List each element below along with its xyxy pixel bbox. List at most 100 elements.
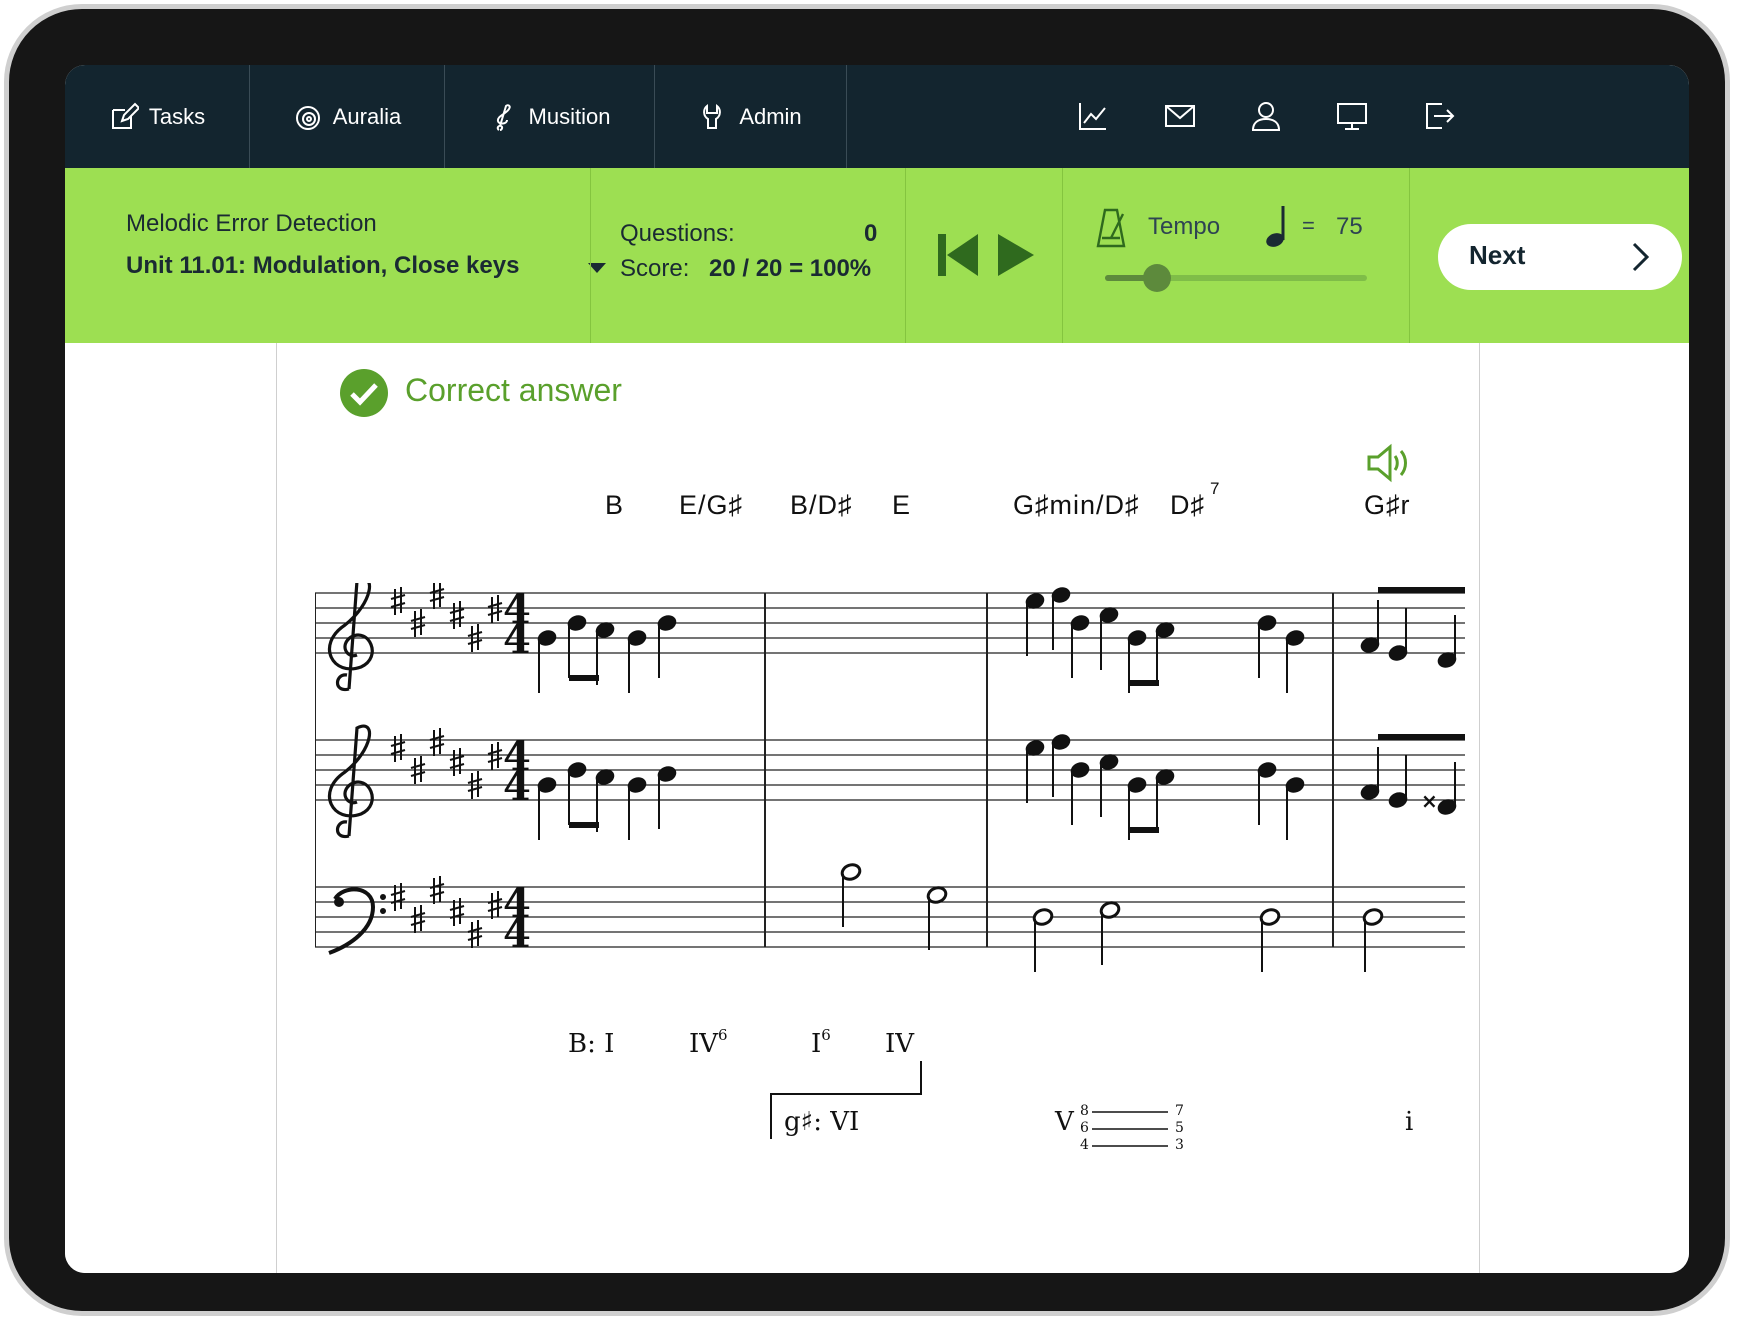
- tab-label: Auralia: [332, 103, 402, 129]
- chord-symbol: G♯min/D♯: [1013, 490, 1140, 520]
- sharp-sign: [429, 583, 445, 609]
- tablet-frame: Tasks Auralia Musition Admin Melodic Err…: [4, 4, 1730, 1316]
- note-beam: [1129, 827, 1159, 833]
- tempo-slider[interactable]: [1105, 264, 1367, 292]
- play-icon[interactable]: [998, 234, 1034, 276]
- roman-numeral: g♯: VI: [784, 1107, 860, 1137]
- note-beam: [1378, 734, 1465, 740]
- treble-clef: [327, 724, 374, 839]
- exercise-toolbar: Melodic Error Detection Unit 11.01: Modu…: [65, 168, 1689, 343]
- panel-border-left: [276, 343, 277, 1273]
- top-navigation: Tasks Auralia Musition Admin: [65, 65, 1689, 168]
- sharp-sign: [429, 876, 445, 904]
- time-signature: 4: [503, 910, 531, 957]
- app-screen: Tasks Auralia Musition Admin Melodic Err…: [65, 65, 1689, 1273]
- sharp-sign: [390, 587, 406, 615]
- skip-back-icon[interactable]: [938, 234, 978, 276]
- music-notation: 4444 ×44: [315, 583, 1465, 972]
- logout-icon[interactable]: [1422, 99, 1456, 133]
- unit-label: Unit 11.01: Modulation, Close keys: [126, 252, 520, 279]
- sharp-sign: [487, 742, 503, 770]
- chart-icon[interactable]: [1076, 99, 1110, 133]
- chord-symbol: B/D♯: [790, 490, 853, 520]
- monitor-icon[interactable]: [1335, 99, 1369, 133]
- note-beam: [1378, 587, 1465, 593]
- score-label: Score:: [620, 255, 690, 282]
- bass-clef-dot: [380, 908, 386, 914]
- unit-selector[interactable]: Unit 11.01: Modulation, Close keys: [126, 252, 606, 286]
- double-sharp-sign: ×: [1421, 789, 1438, 813]
- figured-bass: 6: [1080, 1120, 1089, 1136]
- figured-bass: 6: [718, 1026, 728, 1044]
- tempo-label: Tempo: [1148, 213, 1221, 240]
- exercise-title: Melodic Error Detection: [126, 210, 377, 237]
- roman-numeral: I6: [811, 1026, 831, 1059]
- sharp-sign: [487, 891, 503, 919]
- speaker-icon[interactable]: [1366, 443, 1410, 483]
- tempo-equals: =: [1302, 213, 1315, 238]
- tab-label: Musition: [528, 103, 611, 129]
- divider: [590, 168, 591, 343]
- roman-numeral: B: I: [568, 1029, 615, 1059]
- ear-icon: [295, 105, 320, 130]
- clef-icon: [496, 103, 511, 131]
- sharp-sign: [449, 601, 465, 629]
- chord-symbol: B: [605, 490, 625, 520]
- chord-extension: 7: [1210, 479, 1221, 498]
- roman-numeral-symbol: I: [811, 1029, 822, 1059]
- bass-clef-dot: [334, 897, 344, 907]
- sharp-sign: [429, 728, 445, 756]
- time-signature: 4: [503, 616, 531, 663]
- mail-icon[interactable]: [1163, 99, 1197, 133]
- next-button[interactable]: Next: [1438, 224, 1682, 290]
- exercise-content: Correct answer B E/G♯ B/D♯ E G♯min/D♯ D♯…: [65, 343, 1689, 1273]
- chord-symbol: E/G♯: [679, 490, 744, 520]
- tab-label: Admin: [739, 103, 802, 129]
- metronome-icon: [1096, 208, 1126, 248]
- divider: [1062, 168, 1063, 343]
- edit-icon: [111, 102, 139, 129]
- questions-value: 0: [864, 220, 878, 247]
- note-beam: [569, 675, 599, 681]
- bass-clef-dot: [380, 894, 386, 900]
- tab-musition[interactable]: Musition: [445, 65, 655, 168]
- figured-bass: 6: [821, 1026, 831, 1044]
- roman-numeral-symbol: IV: [689, 1029, 719, 1059]
- sharp-sign: [410, 905, 426, 933]
- figured-bass: 8: [1080, 1103, 1089, 1119]
- next-label: Next: [1469, 240, 1526, 270]
- figured-bass: 5: [1175, 1120, 1184, 1136]
- tab-tasks[interactable]: Tasks: [65, 65, 250, 168]
- chord-symbol: G♯r: [1364, 490, 1411, 520]
- check-circle-icon: [340, 369, 388, 417]
- tab-label: Tasks: [148, 103, 206, 129]
- roman-numeral: IV6: [689, 1026, 728, 1059]
- divider: [1409, 168, 1410, 343]
- time-signature: 4: [503, 763, 531, 810]
- sharp-sign: [390, 734, 406, 762]
- user-icon[interactable]: [1249, 99, 1283, 133]
- chord-symbol: E: [892, 490, 912, 520]
- note-beam: [569, 822, 599, 828]
- tempo-value: 75: [1336, 213, 1363, 240]
- chord-symbol: D♯: [1170, 490, 1205, 520]
- tab-auralia[interactable]: Auralia: [250, 65, 445, 168]
- score-value: 20 / 20 = 100%: [709, 255, 872, 282]
- figured-bass-stack: 8 6 4: [1080, 1103, 1089, 1154]
- sharp-sign: [487, 595, 503, 623]
- figured-bass-extenders: [1092, 1111, 1168, 1147]
- note-beam: [1129, 680, 1159, 686]
- panel-border-right: [1479, 343, 1480, 1273]
- figured-bass: 7: [1175, 1103, 1184, 1119]
- divider: [905, 168, 906, 343]
- figured-bass: 4: [1080, 1137, 1089, 1153]
- figured-bass-stack: 7 5 3: [1175, 1103, 1184, 1154]
- tab-admin[interactable]: Admin: [655, 65, 847, 168]
- treble-clef: [327, 583, 374, 692]
- sharp-sign: [449, 748, 465, 776]
- slider-knob[interactable]: [1143, 264, 1172, 292]
- result-message: Correct answer: [405, 372, 622, 408]
- chevron-right-icon: [1632, 242, 1650, 272]
- roman-numeral: V: [1055, 1107, 1074, 1137]
- questions-label: Questions:: [620, 220, 735, 247]
